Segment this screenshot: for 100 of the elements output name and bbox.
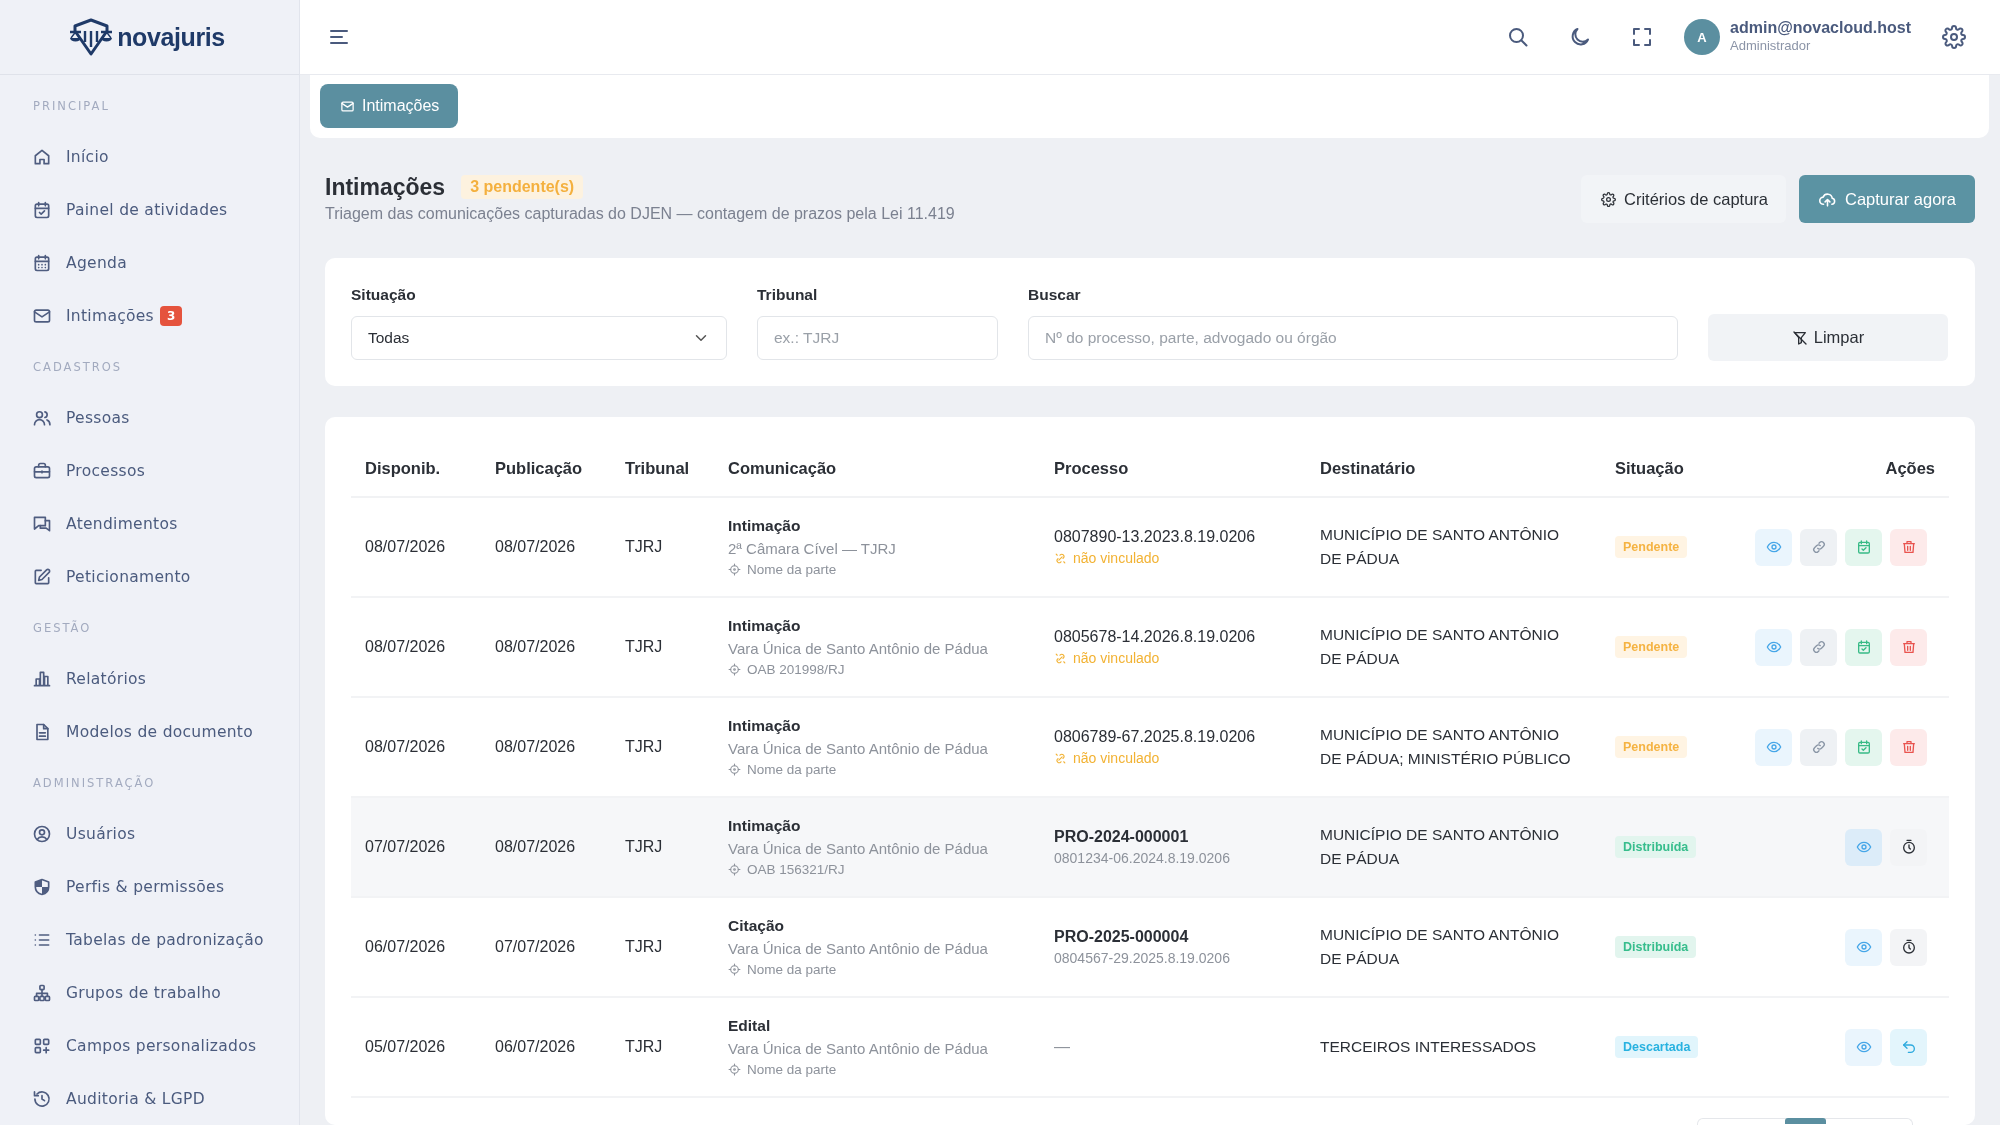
history-icon [32,1088,52,1109]
party-reference: OAB 201998/RJ [747,660,845,679]
mail-icon [340,98,355,114]
view-button[interactable] [1755,628,1792,666]
capture-now-button[interactable]: Capturar agora [1799,175,1975,223]
user-circle-icon [32,823,52,844]
nav-item[interactable]: Agenda [0,236,299,289]
capture-criteria-button[interactable]: Critérios de captura [1581,175,1786,223]
communication-type: Intimação [728,815,802,836]
search-icon[interactable] [1506,25,1531,49]
view-button[interactable] [1845,828,1882,866]
nav-item[interactable]: Campos personalizados [0,1019,299,1072]
communication-type: Edital [728,1015,772,1036]
schedule-button[interactable] [1845,528,1882,566]
crosshair-icon [728,663,741,676]
user-role: Administrador [1730,37,1812,55]
view-button[interactable] [1755,528,1792,566]
nav-item[interactable]: Intimações 3 [0,289,299,342]
table-cell: 08/07/2026 [481,497,611,597]
court-name: Vara Única de Santo Antônio de Pádua [728,938,989,959]
link-button[interactable] [1800,528,1837,566]
process-number: 0806789-67.2025.8.19.0206 [1054,727,1257,747]
party-reference: Nome da parte [747,760,837,779]
calendar-check-icon [32,199,52,220]
nav-item[interactable]: Perfis & permissões [0,860,299,913]
nav-item[interactable]: Início [0,130,299,183]
search-field[interactable]: Nº do processo, parte, advogado ou órgão [1028,316,1678,360]
eye-icon [1855,839,1872,855]
status-select[interactable]: Todas [351,316,727,360]
crosshair-icon [728,563,741,576]
delete-button[interactable] [1890,628,1927,666]
table-cell: TJRJ [611,797,714,897]
table-cell: MUNICÍPIO DE SANTO ANTÔNIO DE PÁDUA [1306,597,1601,697]
pending-badge: 3 pendente(s) [461,175,584,199]
column-header: Ações [1741,440,1949,497]
column-header: Disponib. [351,440,481,497]
current-page-marker[interactable] [1784,1118,1826,1124]
link-button[interactable] [1800,728,1837,766]
table-cell: TJRJ [611,597,714,697]
process-number: 0805678-14.2026.8.19.0206 [1054,627,1257,647]
link-icon [1810,539,1827,555]
party-reference: Nome da parte [747,560,837,579]
eye-icon [1855,1039,1872,1055]
process-number: 0807890-13.2023.8.19.0206 [1054,527,1257,547]
status-badge: Distribuída [1615,836,1697,858]
eye-icon [1765,739,1782,755]
link-status: não vinculado [1073,649,1160,668]
nav-item[interactable]: Atendimentos [0,497,299,550]
link-button[interactable] [1800,628,1837,666]
user-email: admin@novacloud.host [1730,19,1911,37]
view-button[interactable] [1755,728,1792,766]
nav-item[interactable]: Usuários [0,807,299,860]
delete-button[interactable] [1890,528,1927,566]
process-number: 0804567-29.2025.8.19.0206 [1054,949,1231,968]
user-avatar[interactable]: A [1684,19,1721,55]
broken-link-icon [1054,551,1067,565]
clear-button[interactable]: Limpar [1708,314,1948,361]
court-name: Vara Única de Santo Antônio de Pádua [728,738,989,759]
delete-button[interactable] [1890,728,1927,766]
view-button[interactable] [1845,928,1882,966]
settings-icon[interactable] [1942,25,1966,49]
view-button[interactable] [1845,1028,1882,1066]
schedule-button[interactable] [1845,728,1882,766]
nav-item[interactable]: Pessoas [0,391,299,444]
party-reference: Nome da parte [747,1060,837,1079]
breadcrumb-button[interactable]: Intimações [320,84,459,128]
schedule-button[interactable] [1845,628,1882,666]
nav-item[interactable]: Auditoria & LGPD [0,1072,299,1125]
broken-link-icon [1054,651,1067,665]
filter-off-icon [1791,329,1808,346]
nav-item[interactable]: Processos [0,444,299,497]
restore-button[interactable] [1890,1028,1927,1066]
status-badge: Distribuída [1615,936,1697,958]
status-badge: Descartada [1615,1036,1699,1058]
briefcase-icon [32,460,52,481]
table-cell: 06/07/2026 [481,997,611,1097]
process-code: PRO-2025-000004 [1054,927,1190,947]
table-cell: MUNICÍPIO DE SANTO ANTÔNIO DE PÁDUA [1306,497,1601,597]
count-badge: 3 [160,305,183,326]
deadline-button[interactable] [1890,928,1927,966]
nav-item[interactable]: Grupos de trabalho [0,966,299,1019]
nav-item[interactable]: Modelos de documento [0,705,299,758]
status-badge: Pendente [1615,536,1688,558]
nav-item[interactable]: Peticionamento [0,550,299,603]
column-header: Situação [1601,440,1741,497]
column-header: Comunicação [714,440,1040,497]
shield-icon [32,876,52,897]
field-label: Situação [351,286,417,304]
trash-icon [1900,739,1917,755]
trash-icon [1900,539,1917,555]
nav-item[interactable]: Tabelas de padronização [0,913,299,966]
nav-item[interactable]: Relatórios [0,652,299,705]
table-cell: TJRJ [611,497,714,597]
court-name: Vara Única de Santo Antônio de Pádua [728,638,989,659]
party-reference: OAB 156321/RJ [747,860,845,879]
nav-item[interactable]: Painel de atividades [0,183,299,236]
empty-value: — [1054,1038,1070,1055]
court-field[interactable]: ex.: TJRJ [757,316,998,360]
stopwatch-icon [1900,939,1917,955]
table-cell: MUNICÍPIO DE SANTO ANTÔNIO DE PÁDUA [1306,797,1601,897]
